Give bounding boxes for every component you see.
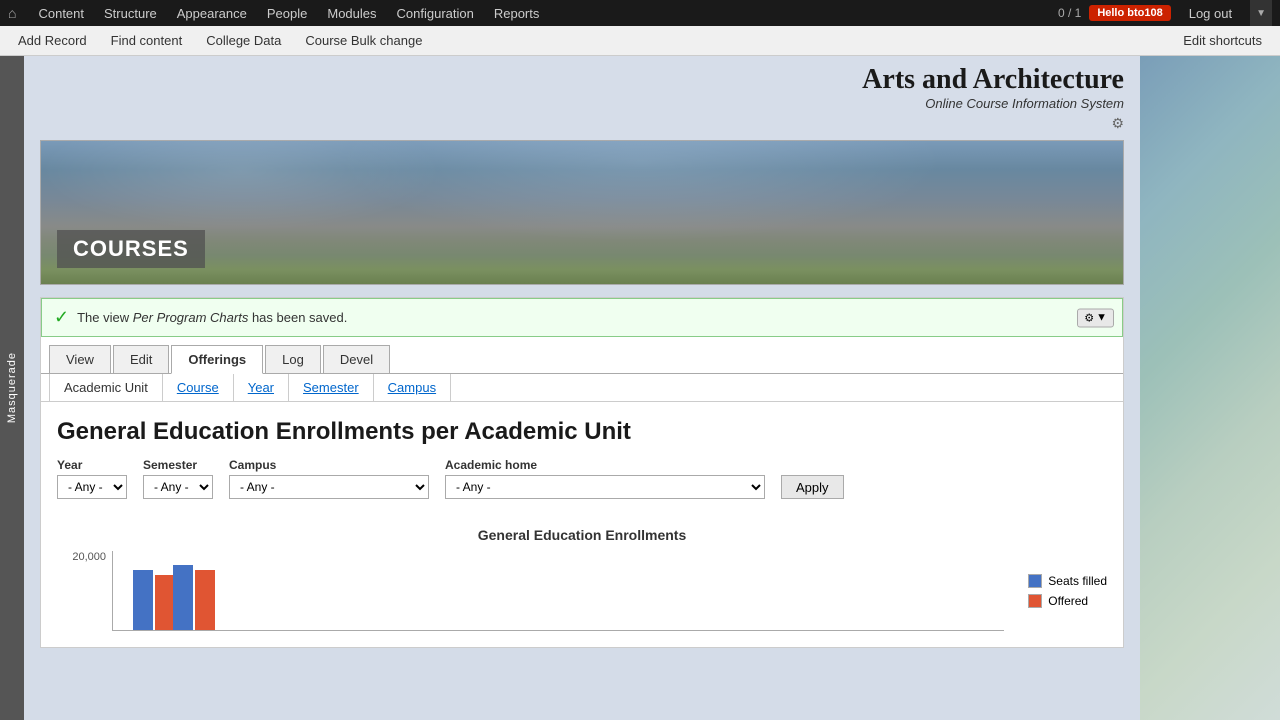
semester-filter-label: Semester	[143, 458, 213, 472]
nav-reports[interactable]: Reports	[484, 0, 550, 26]
legend-red-box	[1028, 594, 1042, 608]
hero-banner: COURSES	[40, 140, 1124, 285]
home-icon[interactable]: ⌂	[8, 5, 16, 21]
apply-button[interactable]: Apply	[781, 475, 844, 499]
chart-area: General Education Enrollments 20,000	[41, 519, 1123, 647]
subtabs-row: Academic Unit Course Year Semester Campu…	[41, 374, 1123, 402]
add-record-link[interactable]: Add Record	[8, 26, 97, 56]
admin-bar: ⌂ Content Structure Appearance People Mo…	[0, 0, 1280, 26]
right-sidebar-image	[1140, 56, 1280, 720]
nav-content[interactable]: Content	[28, 0, 94, 26]
gear-icon: ⚙	[1084, 311, 1094, 324]
site-subtitle: Online Course Information System	[862, 96, 1124, 111]
bar-blue-2	[173, 565, 193, 630]
center-content: Arts and Architecture Online Course Info…	[24, 56, 1140, 720]
chart-legend: Seats filled Offered	[1028, 551, 1107, 631]
chart-title: General Education Enrollments	[57, 527, 1107, 543]
filters-row: Year - Any - Semester - Any - Campus	[57, 458, 1107, 499]
dropdown-button[interactable]: ▼	[1250, 0, 1272, 26]
secondary-nav: Add Record Find content College Data Cou…	[0, 26, 1280, 56]
site-title-block: Arts and Architecture Online Course Info…	[862, 64, 1124, 132]
course-bulk-change-link[interactable]: Course Bulk change	[295, 26, 432, 56]
courses-label: COURSES	[57, 230, 205, 268]
status-text-before: The view	[77, 310, 133, 325]
content-panel: ✓ The view Per Program Charts has been s…	[40, 297, 1124, 648]
year-filter-label: Year	[57, 458, 127, 472]
legend-seats-filled-label: Seats filled	[1048, 574, 1107, 588]
campus-filter-group: Campus - Any -	[229, 458, 429, 499]
nav-structure[interactable]: Structure	[94, 0, 167, 26]
site-header: Arts and Architecture Online Course Info…	[24, 56, 1140, 140]
settings-gear-icon[interactable]: ⚙	[862, 115, 1124, 132]
legend-offered: Offered	[1028, 594, 1107, 608]
semester-filter-select[interactable]: - Any -	[143, 475, 213, 499]
tabs-row: View Edit Offerings Log Devel	[41, 345, 1123, 374]
masquerade-label: Masquerade	[6, 352, 18, 423]
site-title: Arts and Architecture	[862, 64, 1124, 96]
edit-counter: 0 / 1	[1058, 6, 1081, 20]
bar-red-2	[195, 570, 215, 630]
subtab-semester[interactable]: Semester	[289, 374, 374, 401]
year-filter-select[interactable]: - Any -	[57, 475, 127, 499]
page-title: General Education Enrollments per Academ…	[57, 418, 1107, 446]
academic-home-filter-select[interactable]: - Any -	[445, 475, 765, 499]
bar-blue-1	[133, 570, 153, 630]
tab-view[interactable]: View	[49, 345, 111, 373]
status-text: The view Per Program Charts has been sav…	[77, 310, 347, 325]
chart-y-max: 20,000	[72, 551, 106, 563]
subtab-campus[interactable]: Campus	[374, 374, 451, 401]
campus-filter-select[interactable]: - Any -	[229, 475, 429, 499]
nav-modules[interactable]: Modules	[317, 0, 386, 26]
tab-offerings[interactable]: Offerings	[171, 345, 263, 374]
gear-dropdown-button[interactable]: ⚙ ▼	[1077, 308, 1114, 327]
tab-log[interactable]: Log	[265, 345, 321, 373]
status-text-after: has been saved.	[248, 310, 347, 325]
nav-people[interactable]: People	[257, 0, 317, 26]
nav-configuration[interactable]: Configuration	[387, 0, 484, 26]
campus-filter-label: Campus	[229, 458, 429, 472]
subtab-year[interactable]: Year	[234, 374, 289, 401]
subtab-course[interactable]: Course	[163, 374, 234, 401]
gear-dropdown-arrow: ▼	[1096, 312, 1107, 324]
status-link[interactable]: Per Program Charts	[133, 310, 249, 325]
page-section: General Education Enrollments per Academ…	[41, 402, 1123, 519]
legend-blue-box	[1028, 574, 1042, 588]
nav-appearance[interactable]: Appearance	[167, 0, 257, 26]
find-content-link[interactable]: Find content	[101, 26, 193, 56]
status-message: ✓ The view Per Program Charts has been s…	[41, 298, 1123, 337]
logout-link[interactable]: Log out	[1179, 0, 1242, 26]
academic-home-filter-group: Academic home - Any -	[445, 458, 765, 499]
status-check-icon: ✓	[54, 307, 69, 328]
tab-edit[interactable]: Edit	[113, 345, 169, 373]
semester-filter-group: Semester - Any -	[143, 458, 213, 499]
college-data-link[interactable]: College Data	[196, 26, 291, 56]
user-badge[interactable]: Hello bto108	[1089, 5, 1170, 21]
legend-offered-label: Offered	[1048, 594, 1088, 608]
masquerade-bar: Masquerade	[0, 56, 24, 720]
bar-red-1	[155, 575, 175, 630]
subtab-academic-unit[interactable]: Academic Unit	[49, 374, 163, 401]
main-wrapper: Masquerade Arts and Architecture Online …	[0, 56, 1280, 720]
legend-seats-filled: Seats filled	[1028, 574, 1107, 588]
year-filter-group: Year - Any -	[57, 458, 127, 499]
edit-shortcuts-link[interactable]: Edit shortcuts	[1173, 26, 1272, 56]
user-info: 0 / 1 Hello bto108 Log out ▼	[1058, 0, 1272, 26]
academic-home-filter-label: Academic home	[445, 458, 765, 472]
tab-devel[interactable]: Devel	[323, 345, 390, 373]
right-sidebar	[1140, 56, 1280, 720]
